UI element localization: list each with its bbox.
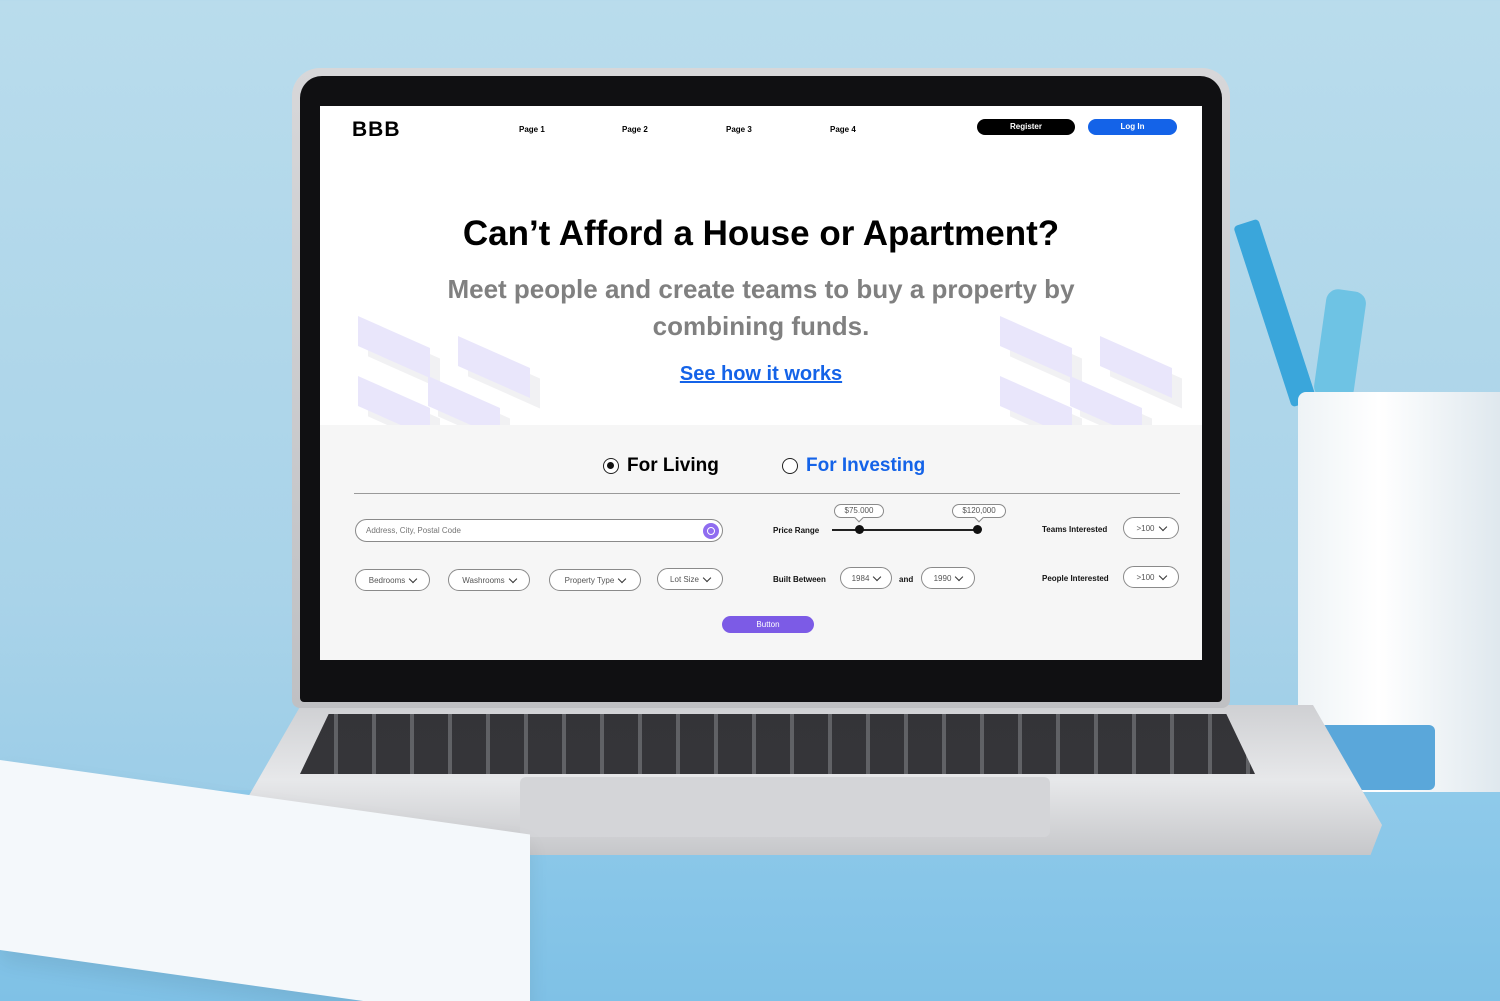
dropdown-value: >100 bbox=[1136, 523, 1155, 533]
top-navigation: BBB Page 1 Page 2 Page 3 Page 4 Register… bbox=[320, 106, 1202, 154]
chevron-down-icon bbox=[618, 574, 627, 583]
price-max-tooltip: $120,000 bbox=[952, 504, 1006, 518]
search-panel: For Living For Investing Bedrooms Washro… bbox=[320, 425, 1202, 660]
radio-for-living[interactable]: For Living bbox=[603, 455, 719, 477]
bedrooms-dropdown[interactable]: Bedrooms bbox=[355, 569, 430, 591]
search-icon[interactable] bbox=[703, 523, 719, 539]
radio-label: For Living bbox=[627, 455, 719, 476]
washrooms-dropdown[interactable]: Washrooms bbox=[448, 569, 530, 591]
dropdown-value: >100 bbox=[1136, 572, 1155, 582]
logo[interactable]: BBB bbox=[352, 118, 401, 142]
pencil bbox=[1233, 218, 1317, 408]
dropdown-value: 1984 bbox=[851, 573, 870, 583]
submit-button[interactable]: Button bbox=[722, 616, 814, 633]
price-slider-track[interactable] bbox=[832, 529, 978, 531]
login-button[interactable]: Log In bbox=[1088, 119, 1177, 135]
built-and-label: and bbox=[899, 575, 914, 584]
dropdown-value: 1990 bbox=[933, 573, 952, 583]
laptop-screen: BBB Page 1 Page 2 Page 3 Page 4 Register… bbox=[320, 106, 1202, 660]
radio-unchecked-icon bbox=[782, 458, 798, 474]
hero-subtitle: Meet people and create teams to buy a pr… bbox=[447, 274, 1075, 341]
chevron-down-icon bbox=[955, 572, 964, 581]
hero-title: Can’t Afford a House or Apartment? bbox=[462, 214, 1060, 253]
nav-page-1[interactable]: Page 1 bbox=[519, 125, 545, 134]
chevron-down-icon bbox=[873, 572, 882, 581]
teams-interested-dropdown[interactable]: >100 bbox=[1123, 517, 1179, 539]
built-between-label: Built Between bbox=[773, 575, 826, 584]
chevron-down-icon bbox=[1158, 522, 1167, 531]
search-field[interactable] bbox=[355, 519, 723, 542]
people-interested-label: People Interested bbox=[1042, 574, 1109, 583]
lot-size-dropdown[interactable]: Lot Size bbox=[657, 568, 723, 590]
divider bbox=[354, 493, 1180, 494]
radio-label: For Investing bbox=[806, 455, 926, 476]
property-type-dropdown[interactable]: Property Type bbox=[549, 569, 641, 591]
price-min-tooltip: $75,000 bbox=[834, 504, 884, 518]
built-from-dropdown[interactable]: 1984 bbox=[840, 567, 892, 589]
people-interested-dropdown[interactable]: >100 bbox=[1123, 566, 1179, 588]
price-range-label: Price Range bbox=[773, 526, 820, 535]
radio-checked-icon bbox=[603, 458, 619, 474]
chevron-down-icon bbox=[702, 573, 712, 582]
chevron-down-icon bbox=[1158, 571, 1167, 580]
dropdown-label: Bedrooms bbox=[368, 575, 406, 585]
radio-for-investing[interactable]: For Investing bbox=[782, 455, 925, 477]
price-min-handle[interactable] bbox=[855, 525, 864, 534]
laptop-keyboard bbox=[300, 714, 1255, 774]
chevron-down-icon bbox=[508, 574, 517, 583]
see-how-it-works-link[interactable]: See how it works bbox=[320, 363, 1202, 386]
register-button[interactable]: Register bbox=[977, 119, 1075, 135]
dropdown-label: Washrooms bbox=[462, 575, 505, 585]
laptop-trackpad bbox=[520, 777, 1050, 837]
marker bbox=[1312, 287, 1368, 403]
price-max-handle[interactable] bbox=[973, 525, 982, 534]
dropdown-label: Lot Size bbox=[670, 574, 699, 584]
chevron-down-icon bbox=[408, 574, 418, 583]
nav-page-2[interactable]: Page 2 bbox=[622, 125, 648, 134]
search-input[interactable] bbox=[366, 520, 686, 541]
nav-page-3[interactable]: Page 3 bbox=[726, 125, 752, 134]
dropdown-label: Property Type bbox=[564, 575, 615, 585]
nav-page-4[interactable]: Page 4 bbox=[830, 125, 856, 134]
teams-interested-label: Teams Interested bbox=[1042, 525, 1108, 534]
built-to-dropdown[interactable]: 1990 bbox=[921, 567, 975, 589]
